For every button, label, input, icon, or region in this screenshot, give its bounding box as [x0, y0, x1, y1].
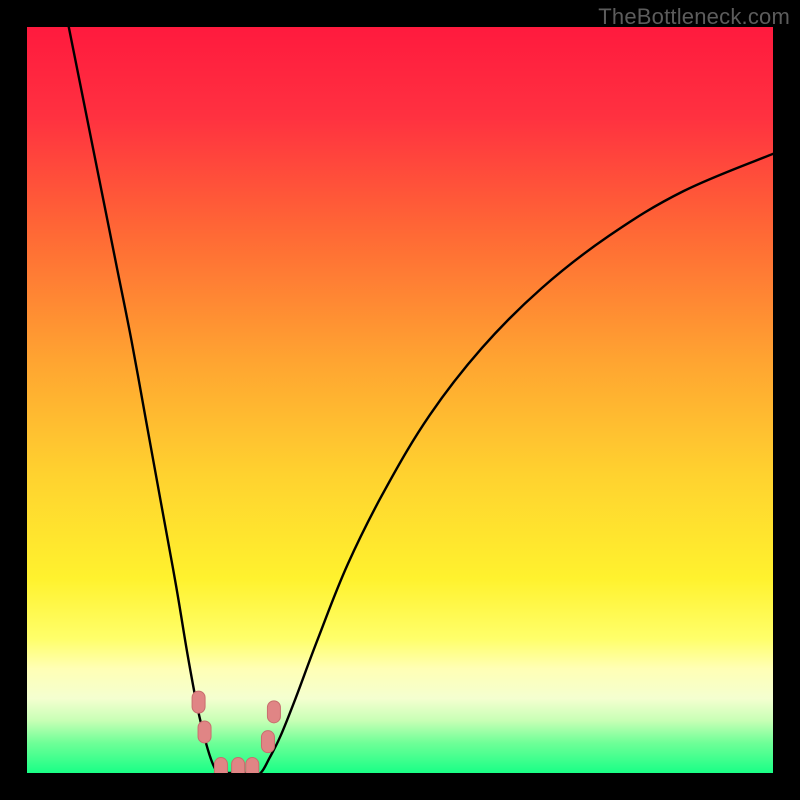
- data-marker: [198, 721, 211, 743]
- data-marker: [267, 701, 280, 723]
- data-marker: [232, 758, 245, 773]
- data-marker: [246, 758, 259, 773]
- data-marker: [214, 758, 227, 773]
- data-marker: [261, 731, 274, 753]
- chart-frame: TheBottleneck.com: [0, 0, 800, 800]
- data-marker: [192, 691, 205, 713]
- plot-area: [27, 27, 773, 773]
- chart-svg: [27, 27, 773, 773]
- gradient-background: [27, 27, 773, 773]
